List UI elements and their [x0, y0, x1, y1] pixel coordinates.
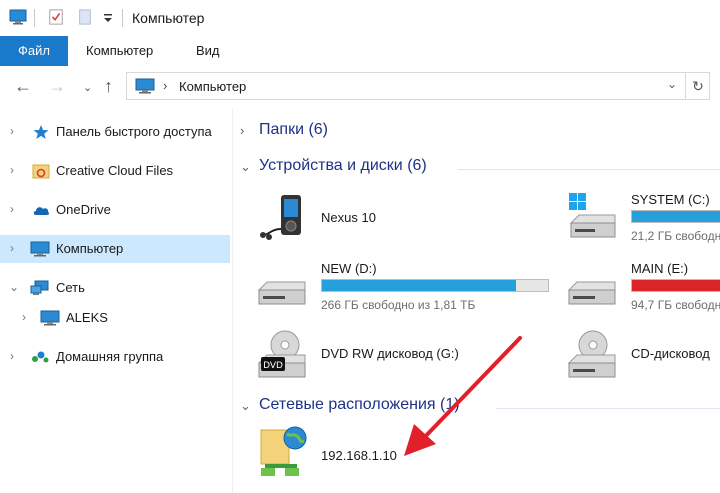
homegroup-icon [32, 351, 49, 363]
expand-chevron-icon[interactable]: › [10, 202, 14, 216]
sidebar-item-network[interactable]: ⌄ Сеть [0, 274, 230, 302]
breadcrumb-computer[interactable]: Компьютер [179, 79, 246, 94]
expand-chevron-icon[interactable]: › [22, 310, 26, 324]
tab-computer[interactable]: Компьютер [86, 36, 153, 66]
device-tile-system-c[interactable]: SYSTEM (C:) 21,2 ГБ свободно [565, 189, 720, 249]
sidebar-item-aleks[interactable]: › ALEKS [0, 304, 230, 332]
creative-cloud-folder-icon [32, 164, 50, 179]
star-icon [33, 125, 49, 139]
sidebar-item-computer[interactable]: › Компьютер [0, 235, 230, 263]
expand-chevron-icon[interactable]: › [240, 123, 244, 138]
refresh-icon[interactable]: ↻ [685, 73, 710, 99]
device-tile-nexus[interactable]: Nexus 10 [255, 189, 555, 249]
device-tile-new-d[interactable]: NEW (D:) 266 ГБ свободно из 1,81 ТБ [255, 258, 555, 318]
expand-chevron-icon[interactable]: › [10, 241, 14, 255]
network-icon [30, 280, 49, 295]
network-share-icon [260, 426, 307, 476]
device-tile-main-e[interactable]: MAIN (E:) 94,7 ГБ свободно [565, 258, 720, 318]
computer-icon [135, 78, 155, 94]
collapse-chevron-icon[interactable]: ⌄ [9, 280, 19, 294]
expand-chevron-icon[interactable]: › [10, 349, 14, 363]
dvd-drive-icon: DVD [257, 330, 306, 378]
tab-file[interactable]: Файл [0, 36, 68, 66]
tab-view[interactable]: Вид [196, 36, 220, 66]
address-bar[interactable]: › Компьютер ⌄ ↻ [126, 72, 710, 100]
capacity-bar [631, 210, 720, 223]
title-bar: Компьютер [0, 0, 720, 36]
group-header-folders[interactable]: › Папки (6) [240, 121, 720, 145]
svg-text:DVD: DVD [263, 361, 283, 371]
recent-locations-chevron-icon[interactable]: ⌄ [83, 78, 92, 98]
forward-arrow-icon[interactable]: → [48, 76, 66, 96]
address-dropdown-icon[interactable]: ⌄ [667, 77, 677, 91]
navigation-pane: › Панель быстрого доступа › Creative Clo… [0, 108, 230, 493]
capacity-bar-fill [632, 280, 720, 291]
back-arrow-icon[interactable]: ← [14, 76, 32, 96]
expand-chevron-icon[interactable]: › [10, 163, 14, 177]
up-arrow-icon[interactable]: ↑ [104, 76, 113, 96]
capacity-bar-fill [632, 211, 720, 222]
computer-app-icon [9, 9, 27, 25]
group-header-devices[interactable]: ⌄ Устройства и диски (6) [240, 157, 720, 181]
sidebar-item-homegroup[interactable]: › Домашняя группа [0, 343, 230, 371]
sidebar-item-creative-cloud[interactable]: › Creative Cloud Files [0, 157, 230, 185]
annotation-arrow [404, 336, 522, 456]
hard-drive-icon [257, 281, 306, 305]
qat-separator [122, 9, 123, 27]
computer-icon [40, 310, 60, 326]
device-tile-cd[interactable]: CD-дисковод [565, 327, 720, 387]
sidebar-item-quick-access[interactable]: › Панель быстрого доступа [0, 118, 230, 146]
expand-chevron-icon[interactable]: › [10, 124, 14, 138]
capacity-bar-fill [322, 280, 517, 291]
cd-drive-icon [567, 330, 616, 378]
ribbon-tabs: Файл Компьютер Вид [0, 36, 720, 67]
qat-separator [34, 9, 35, 27]
computer-icon [30, 241, 50, 257]
qat-dropdown-icon[interactable] [102, 9, 114, 25]
properties-icon[interactable] [48, 9, 64, 25]
onedrive-cloud-icon [33, 207, 50, 215]
collapse-chevron-icon[interactable]: ⌄ [240, 398, 251, 414]
windows-drive-icon [569, 193, 616, 238]
window-title: Компьютер [132, 10, 205, 26]
pane-divider [232, 108, 233, 493]
collapse-chevron-icon[interactable]: ⌄ [240, 159, 251, 175]
sidebar-item-onedrive[interactable]: › OneDrive [0, 196, 230, 224]
media-player-icon [260, 195, 301, 240]
hard-drive-icon [567, 281, 616, 305]
group-divider-line [458, 169, 720, 170]
capacity-bar [631, 279, 720, 292]
breadcrumb-chevron-icon[interactable]: › [163, 78, 167, 93]
new-folder-icon[interactable] [78, 9, 92, 25]
capacity-bar [321, 279, 549, 292]
